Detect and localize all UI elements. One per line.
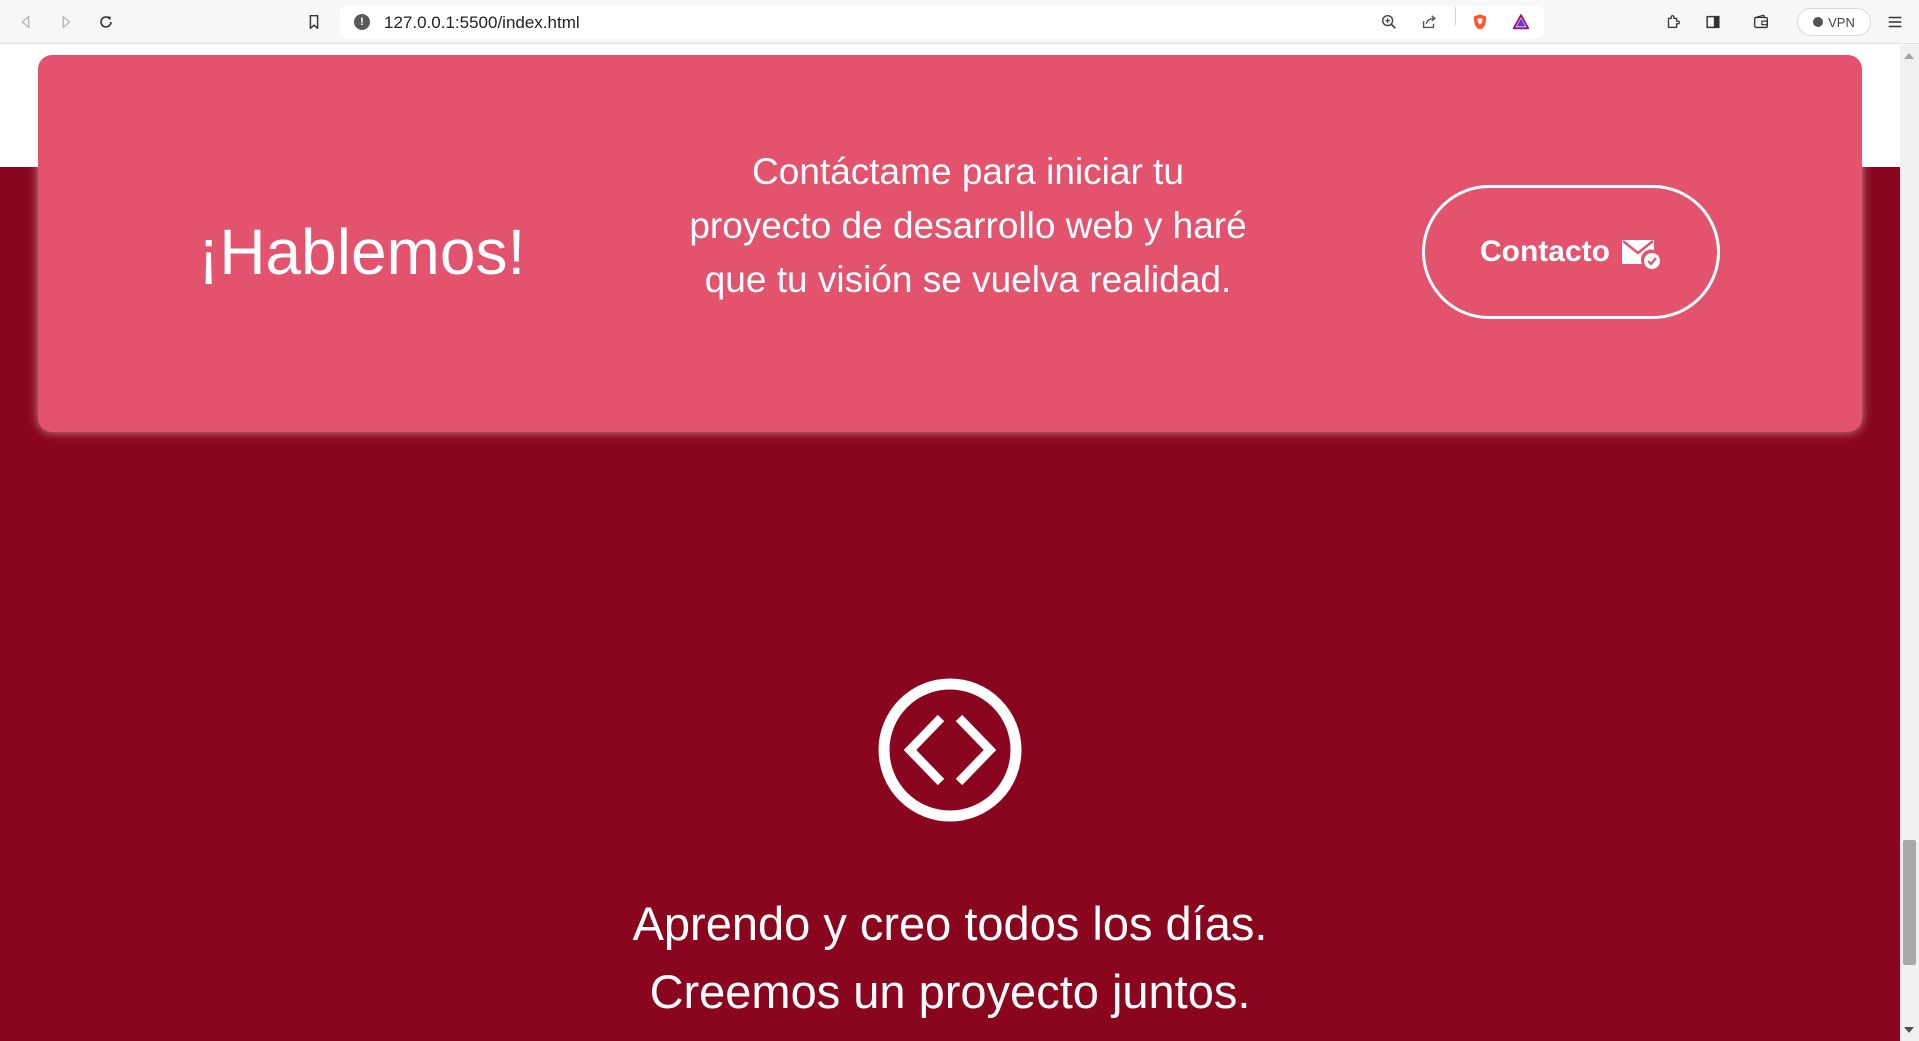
brave-rewards-icon[interactable] [1510,11,1532,33]
cta-description: Contáctame para iniciar tu proyecto de d… [689,151,1247,300]
vpn-label: VPN [1828,14,1855,30]
cta-title: ¡Hablemos! [198,216,526,288]
zoom-icon[interactable] [1378,11,1400,33]
back-icon[interactable] [12,8,40,36]
scroll-up-icon[interactable] [1904,53,1914,59]
mail-check-icon [1622,240,1660,269]
browser-toolbar: ! 127.0.0.1:5500/index.html VPN [0,0,1919,44]
url-text[interactable]: 127.0.0.1:5500/index.html [384,13,580,33]
tagline-line-1: Aprendo y creo todos los días. [632,897,1268,950]
contact-button[interactable]: Contacto [1422,185,1720,319]
vpn-status-icon [1813,17,1824,27]
code-icon [878,678,1022,822]
info-icon[interactable]: ! [354,14,370,30]
contact-cta-card: ¡Hablemos! Contáctame para iniciar tu pr… [38,55,1862,432]
wallet-icon[interactable] [1747,8,1775,36]
vpn-button[interactable]: VPN [1797,8,1871,36]
scrollbar-thumb[interactable] [1903,840,1916,965]
address-bar[interactable]: ! 127.0.0.1:5500/index.html [340,6,1544,38]
tagline: Aprendo y creo todos los días. Creemos u… [0,890,1900,1026]
vertical-scrollbar[interactable] [1900,45,1919,1041]
scroll-down-icon[interactable] [1904,1027,1914,1033]
forward-icon[interactable] [52,8,80,36]
contact-button-label: Contacto [1480,235,1610,268]
address-bar-divider [1455,7,1456,25]
page-viewport: ¡Hablemos! Contáctame para iniciar tu pr… [0,45,1900,1041]
extensions-icon[interactable] [1659,8,1687,36]
tagline-line-2: Creemos un proyecto juntos. [649,965,1251,1018]
sidebar-icon[interactable] [1699,8,1727,36]
menu-icon[interactable] [1881,8,1909,36]
bookmark-icon[interactable] [300,8,328,36]
reload-icon[interactable] [92,8,120,36]
brave-shields-icon[interactable] [1469,11,1491,33]
share-icon[interactable] [1418,11,1440,33]
